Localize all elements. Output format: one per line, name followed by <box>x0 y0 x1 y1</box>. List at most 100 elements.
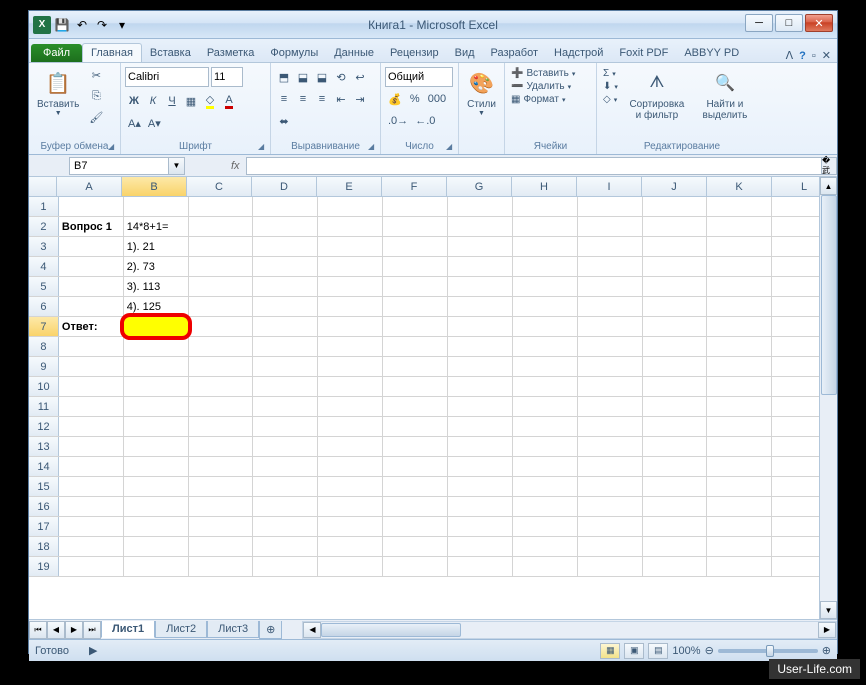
number-launcher-icon[interactable]: ◢ <box>446 142 456 152</box>
cell-I8[interactable] <box>578 337 643 356</box>
autosum-button[interactable]: Σ▾ <box>601 67 620 80</box>
cell-J3[interactable] <box>643 237 708 256</box>
qat-more-icon[interactable]: ▾ <box>113 16 131 34</box>
align-right-icon[interactable]: ≡ <box>313 89 331 109</box>
cell-D17[interactable] <box>253 517 318 536</box>
insert-cells-button[interactable]: ➕Вставить▾ <box>509 67 592 80</box>
cell-A2[interactable]: Вопрос 1 <box>59 217 124 236</box>
row-header-8[interactable]: 8 <box>29 337 59 356</box>
cell-C10[interactable] <box>189 377 254 396</box>
cell-D9[interactable] <box>253 357 318 376</box>
zoom-in-icon[interactable]: ⊕ <box>822 644 831 657</box>
cell-H14[interactable] <box>513 457 578 476</box>
cell-J9[interactable] <box>643 357 708 376</box>
zoom-out-icon[interactable]: ⊖ <box>705 644 714 657</box>
cell-F18[interactable] <box>383 537 448 556</box>
tab-layout[interactable]: Разметка <box>199 44 263 62</box>
row-header-6[interactable]: 6 <box>29 297 59 316</box>
align-bottom-icon[interactable]: ⬓ <box>313 67 331 87</box>
tab-review[interactable]: Рецензир <box>382 44 447 62</box>
cell-I1[interactable] <box>578 197 643 216</box>
col-header-H[interactable]: H <box>512 177 577 196</box>
cell-C5[interactable] <box>189 277 254 296</box>
cell-A9[interactable] <box>59 357 124 376</box>
cell-E10[interactable] <box>318 377 383 396</box>
col-header-K[interactable]: K <box>707 177 772 196</box>
row-header-16[interactable]: 16 <box>29 497 59 516</box>
cell-K10[interactable] <box>707 377 772 396</box>
cell-D6[interactable] <box>253 297 318 316</box>
cell-F15[interactable] <box>383 477 448 496</box>
cell-G8[interactable] <box>448 337 513 356</box>
cell-F16[interactable] <box>383 497 448 516</box>
cell-G12[interactable] <box>448 417 513 436</box>
cell-D5[interactable] <box>253 277 318 296</box>
cell-A8[interactable] <box>59 337 124 356</box>
col-header-D[interactable]: D <box>252 177 317 196</box>
cell-I19[interactable] <box>578 557 643 576</box>
percent-icon[interactable]: % <box>406 89 424 109</box>
cell-D2[interactable] <box>253 217 318 236</box>
cell-F5[interactable] <box>383 277 448 296</box>
cell-H3[interactable] <box>513 237 578 256</box>
paste-button[interactable]: 📋 Вставить ▼ <box>33 65 83 119</box>
cell-K12[interactable] <box>707 417 772 436</box>
cell-J16[interactable] <box>643 497 708 516</box>
cell-E1[interactable] <box>318 197 383 216</box>
cell-G9[interactable] <box>448 357 513 376</box>
row-header-10[interactable]: 10 <box>29 377 59 396</box>
cell-K9[interactable] <box>707 357 772 376</box>
copy-icon[interactable]: ⎘ <box>86 86 106 106</box>
wrap-text-icon[interactable]: ↩ <box>351 67 369 87</box>
cell-D1[interactable] <box>253 197 318 216</box>
cell-C18[interactable] <box>189 537 254 556</box>
cell-F12[interactable] <box>383 417 448 436</box>
cell-F9[interactable] <box>383 357 448 376</box>
tab-insert[interactable]: Вставка <box>142 44 199 62</box>
cell-B18[interactable] <box>124 537 189 556</box>
last-sheet-icon[interactable]: ⏭ <box>83 621 101 639</box>
cell-A13[interactable] <box>59 437 124 456</box>
cell-D10[interactable] <box>253 377 318 396</box>
cell-C17[interactable] <box>189 517 254 536</box>
cell-D8[interactable] <box>253 337 318 356</box>
cell-E8[interactable] <box>318 337 383 356</box>
align-center-icon[interactable]: ≡ <box>294 89 312 109</box>
cell-H18[interactable] <box>513 537 578 556</box>
cell-J18[interactable] <box>643 537 708 556</box>
cell-E19[interactable] <box>318 557 383 576</box>
sort-filter-button[interactable]: ᗑ Сортировка и фильтр <box>623 65 691 123</box>
cell-H19[interactable] <box>513 557 578 576</box>
cell-K2[interactable] <box>707 217 772 236</box>
cell-H8[interactable] <box>513 337 578 356</box>
cell-H13[interactable] <box>513 437 578 456</box>
cell-K8[interactable] <box>707 337 772 356</box>
cell-G5[interactable] <box>448 277 513 296</box>
cell-J5[interactable] <box>643 277 708 296</box>
cell-K11[interactable] <box>707 397 772 416</box>
cell-B14[interactable] <box>124 457 189 476</box>
cell-G19[interactable] <box>448 557 513 576</box>
tab-abbyy[interactable]: ABBYY PD <box>676 44 747 62</box>
cell-C9[interactable] <box>189 357 254 376</box>
border-icon[interactable]: ▦ <box>182 91 200 111</box>
cell-A4[interactable] <box>59 257 124 276</box>
cell-D18[interactable] <box>253 537 318 556</box>
cell-G2[interactable] <box>448 217 513 236</box>
cell-B2[interactable]: 14*8+1= <box>124 217 189 236</box>
cell-G10[interactable] <box>448 377 513 396</box>
alignment-launcher-icon[interactable]: ◢ <box>368 142 378 152</box>
cell-A16[interactable] <box>59 497 124 516</box>
cell-C12[interactable] <box>189 417 254 436</box>
cell-E3[interactable] <box>318 237 383 256</box>
cell-H1[interactable] <box>513 197 578 216</box>
cell-G18[interactable] <box>448 537 513 556</box>
cell-D19[interactable] <box>253 557 318 576</box>
font-launcher-icon[interactable]: ◢ <box>258 142 268 152</box>
cell-C4[interactable] <box>189 257 254 276</box>
currency-icon[interactable]: 💰 <box>385 89 405 109</box>
cell-F8[interactable] <box>383 337 448 356</box>
cell-J10[interactable] <box>643 377 708 396</box>
font-family-select[interactable] <box>125 67 209 87</box>
cell-H9[interactable] <box>513 357 578 376</box>
